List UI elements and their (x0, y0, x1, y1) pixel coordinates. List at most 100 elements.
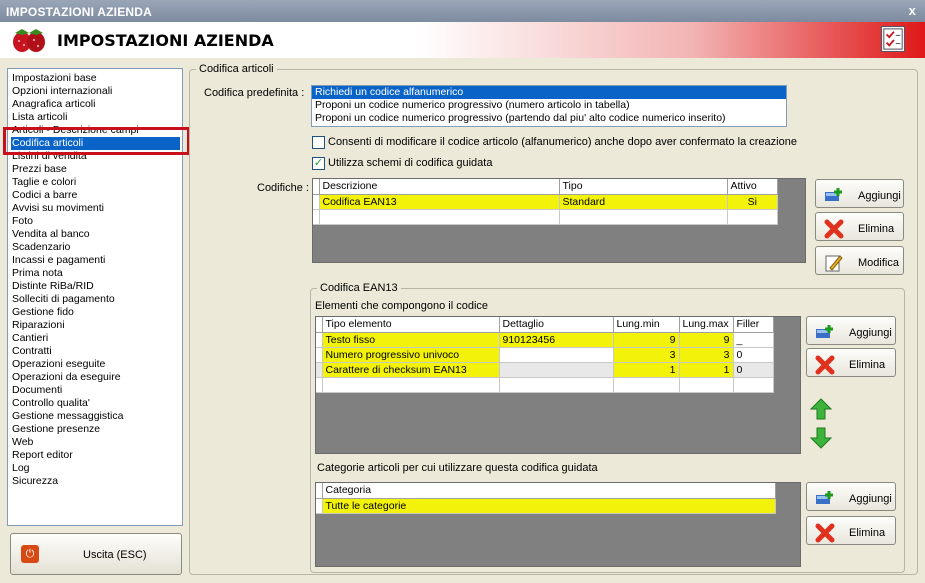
checklist-icon[interactable] (881, 26, 905, 52)
sidebar-item[interactable]: Log (12, 462, 182, 475)
exit-button[interactable]: ⏻ Uscita (ESC) (10, 533, 182, 575)
cell-lung-min[interactable]: 1 (613, 362, 680, 378)
categorie-grid[interactable]: Categoria Tutte le categorie (315, 482, 801, 567)
sidebar-item[interactable]: Codici a barre (12, 189, 182, 202)
sidebar-item[interactable]: Vendita al banco (12, 228, 182, 241)
sidebar-item[interactable]: Avvisi su movimenti (12, 202, 182, 215)
col-tipo-elemento[interactable]: Tipo elemento (322, 317, 500, 333)
codifica-articoli-label: Codifica articoli (196, 63, 277, 75)
cell-tipo-elemento[interactable]: Numero progressivo univoco (322, 347, 500, 363)
col-lung-min[interactable]: Lung.min (613, 317, 680, 333)
elementi-label: Elementi che compongono il codice (315, 300, 489, 312)
cell-filler[interactable]: 0 (733, 347, 774, 363)
table-row[interactable]: Testo fisso 910123456 9 9 _ (316, 332, 774, 348)
table-row[interactable]: Codifica EAN13 Standard Si (313, 194, 778, 210)
cell-lung-min[interactable]: 3 (613, 347, 680, 363)
cell-dettaglio[interactable] (499, 362, 614, 378)
arrow-down-icon[interactable] (809, 426, 833, 450)
highlight-box (3, 127, 190, 155)
table-row[interactable] (316, 377, 774, 393)
cell-categoria[interactable]: Tutte le categorie (322, 498, 776, 514)
schemi-guidata-checkbox[interactable]: ✓ (312, 157, 325, 170)
cell-tipo-elemento[interactable]: Carattere di checksum EAN13 (322, 362, 500, 378)
col-lung-max[interactable]: Lung.max (679, 317, 734, 333)
codifica-predefinita-label: Codifica predefinita : (204, 87, 305, 99)
cell-tipo[interactable]: Standard (559, 194, 728, 210)
delete-icon (815, 355, 835, 375)
sidebar-item[interactable]: Controllo qualita' (12, 397, 182, 410)
elementi-grid[interactable]: Tipo elemento Dettaglio Lung.min Lung.ma… (315, 316, 801, 454)
sidebar-item[interactable]: Sicurezza (12, 475, 182, 488)
codifiche-aggiungi-button[interactable]: Aggiungi (815, 179, 904, 208)
sidebar-item[interactable]: Opzioni internazionali (12, 85, 182, 98)
col-filler[interactable]: Filler (733, 317, 774, 333)
table-row[interactable]: Tutte le categorie (316, 498, 776, 514)
cell-lung-max[interactable]: 3 (679, 347, 734, 363)
window-titlebar: IMPOSTAZIONI AZIENDA x (0, 0, 925, 22)
sidebar-item[interactable]: Scadenzario (12, 241, 182, 254)
cell-tipo-elemento[interactable]: Testo fisso (322, 332, 500, 348)
option-progressivo-tabella[interactable]: Proponi un codice numerico progressivo (… (312, 99, 786, 112)
add-row-icon (816, 325, 833, 338)
cell-attivo[interactable]: Si (727, 194, 778, 210)
add-row-icon (816, 491, 833, 504)
sidebar-item[interactable]: Gestione fido (12, 306, 182, 319)
sidebar-item[interactable]: Solleciti di pagamento (12, 293, 182, 306)
sidebar-item[interactable]: Distinte RiBa/RID (12, 280, 182, 293)
cell-lung-max[interactable]: 9 (679, 332, 734, 348)
option-progressivo-alto[interactable]: Proponi un codice numerico progressivo (… (312, 112, 786, 125)
sidebar-item[interactable]: Prezzi base (12, 163, 182, 176)
button-label: Elimina (849, 359, 886, 371)
sidebar-item[interactable]: Taglie e colori (12, 176, 182, 189)
sidebar-item[interactable]: Prima nota (12, 267, 182, 280)
sidebar-item[interactable]: Anagrafica articoli (12, 98, 182, 111)
sidebar-item[interactable]: Foto (12, 215, 182, 228)
codifica-predefinita-list[interactable]: Richiedi un codice alfanumerico Proponi … (311, 85, 787, 127)
categorie-aggiungi-button[interactable]: Aggiungi (806, 482, 896, 511)
codifica-ean13-label: Codifica EAN13 (317, 282, 401, 294)
codifiche-elimina-button[interactable]: Elimina (815, 212, 904, 241)
col-descrizione[interactable]: Descrizione (319, 179, 560, 195)
sidebar-item[interactable]: Impostazioni base (12, 72, 182, 85)
codifiche-label: Codifiche : (257, 182, 309, 194)
page-title: IMPOSTAZIONI AZIENDA (57, 31, 274, 50)
sidebar-item[interactable]: Operazioni eseguite (12, 358, 182, 371)
cell-dettaglio[interactable]: 910123456 (499, 332, 614, 348)
elementi-elimina-button[interactable]: Elimina (806, 348, 896, 377)
sidebar-item[interactable]: Incassi e pagamenti (12, 254, 182, 267)
table-row[interactable]: Carattere di checksum EAN13 1 1 0 (316, 362, 774, 378)
sidebar-item[interactable]: Gestione messaggistica (12, 410, 182, 423)
col-dettaglio[interactable]: Dettaglio (499, 317, 614, 333)
sidebar-item[interactable]: Lista articoli (12, 111, 182, 124)
col-attivo[interactable]: Attivo (727, 179, 778, 195)
col-tipo[interactable]: Tipo (559, 179, 728, 195)
sidebar-item[interactable]: Gestione presenze (12, 423, 182, 436)
codifiche-modifica-button[interactable]: Modifica (815, 246, 904, 275)
sidebar-item[interactable]: Contratti (12, 345, 182, 358)
table-row[interactable] (313, 209, 778, 225)
header-banner: IMPOSTAZIONI AZIENDA (0, 22, 925, 58)
categorie-elimina-button[interactable]: Elimina (806, 516, 896, 545)
elementi-aggiungi-button[interactable]: Aggiungi (806, 316, 896, 345)
button-label: Elimina (858, 223, 895, 235)
arrow-up-icon[interactable] (809, 397, 833, 421)
option-alfanumerico[interactable]: Richiedi un codice alfanumerico (312, 86, 786, 99)
codifiche-grid[interactable]: Descrizione Tipo Attivo Codifica EAN13 S… (312, 178, 806, 263)
sidebar-item[interactable]: Report editor (12, 449, 182, 462)
close-icon[interactable]: x (909, 3, 916, 18)
cell-lung-min[interactable]: 9 (613, 332, 680, 348)
button-label: Aggiungi (849, 493, 892, 505)
cell-filler[interactable]: 0 (733, 362, 774, 378)
sidebar-item[interactable]: Cantieri (12, 332, 182, 345)
sidebar-item[interactable]: Documenti (12, 384, 182, 397)
cell-lung-max[interactable]: 1 (679, 362, 734, 378)
cell-descrizione[interactable]: Codifica EAN13 (319, 194, 560, 210)
table-row[interactable]: Numero progressivo univoco 3 3 0 (316, 347, 774, 363)
sidebar-item[interactable]: Web (12, 436, 182, 449)
consenti-modifica-checkbox[interactable] (312, 136, 325, 149)
cell-filler[interactable]: _ (733, 332, 774, 348)
sidebar-item[interactable]: Riparazioni (12, 319, 182, 332)
sidebar-item[interactable]: Operazioni da eseguire (12, 371, 182, 384)
col-categoria[interactable]: Categoria (322, 483, 776, 499)
cell-dettaglio[interactable] (499, 347, 614, 363)
